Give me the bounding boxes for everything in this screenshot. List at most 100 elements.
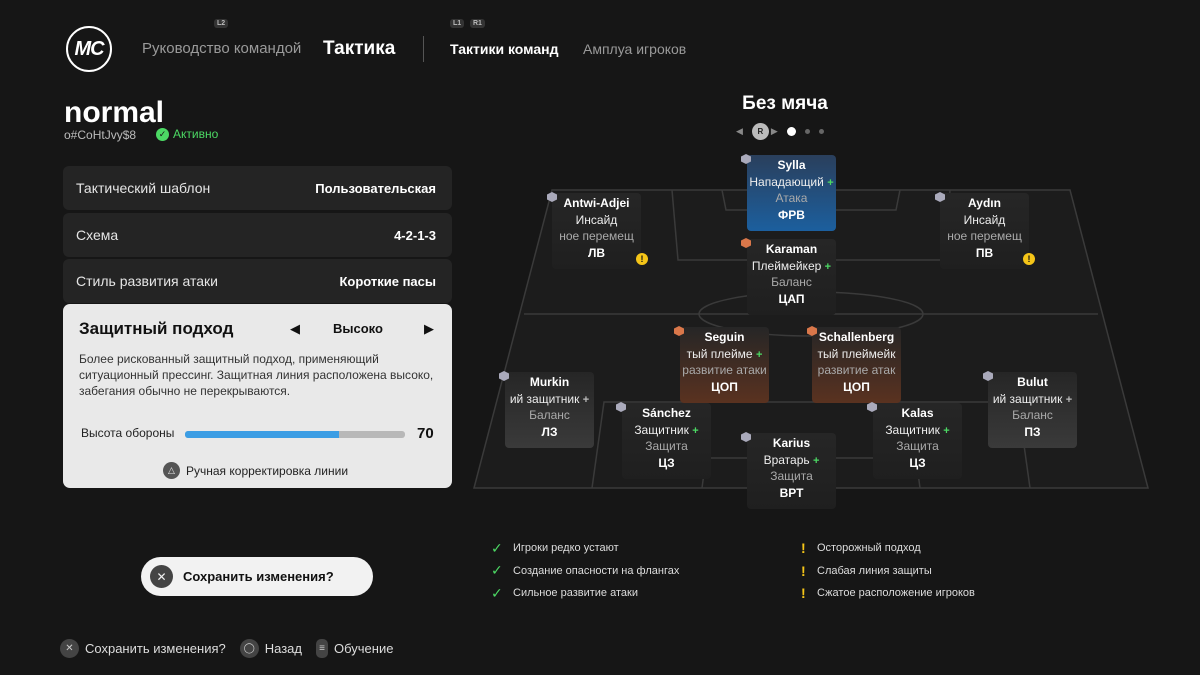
manual-line-adjust[interactable]: △ Ручная корректировка линии xyxy=(163,462,348,479)
plus-icon: + xyxy=(812,455,820,467)
player-card-antwi-adjei[interactable]: Antwi-Adjei Инсайд ное перемещ ЛВ xyxy=(552,193,641,269)
weaknesses-list: ! Осторожный подход ! Слабая линия защит… xyxy=(801,537,975,605)
player-card-aydin[interactable]: Aydın Инсайд ное перемещ ПВ xyxy=(940,193,1029,269)
chevron-right-icon: ▶ xyxy=(770,126,778,136)
role-text: ий защитник xyxy=(992,392,1063,406)
touchpad-button-icon: ≡ xyxy=(315,639,328,658)
strength-text: Создание опасности на флангах xyxy=(513,564,680,577)
player-name: Karaman xyxy=(765,242,818,256)
tactic-name: normal xyxy=(64,96,165,129)
player-card-schallenberg[interactable]: Schallenberg тый плеймейк развитие атак … xyxy=(812,327,901,403)
slider-value: 70 xyxy=(417,425,434,442)
player-card-murkin[interactable]: Murkin ий защитник + Баланс ЛЗ xyxy=(505,372,594,448)
role-text: Защитник xyxy=(634,423,689,437)
exclamation-icon: ! xyxy=(801,585,806,602)
strength-text: Сильное развитие атаки xyxy=(513,587,638,600)
plus-icon: + xyxy=(755,349,763,361)
player-style: Защита xyxy=(770,469,813,483)
footer-save[interactable]: ✕ Сохранить изменения? xyxy=(60,639,226,658)
list-item: ✓ Создание опасности на флангах xyxy=(491,560,679,583)
arrow-left-icon[interactable]: ◀ xyxy=(290,321,300,337)
player-card-karaman[interactable]: Karaman Плеймейкер + Баланс ЦАП xyxy=(747,239,836,315)
list-item: ! Осторожный подход xyxy=(801,537,975,560)
player-role: Вратарь + xyxy=(747,453,836,467)
save-changes-button[interactable]: ✕ Сохранить изменения? xyxy=(141,557,373,596)
setting-label: Стиль развития атаки xyxy=(76,273,218,289)
exclamation-icon: ! xyxy=(801,562,806,579)
setting-label: Тактический шаблон xyxy=(76,180,211,196)
plus-icon: + xyxy=(582,394,590,406)
setting-build-up-style[interactable]: Стиль развития атаки Короткие пасы xyxy=(63,259,452,303)
weakness-text: Осторожный подход xyxy=(817,542,921,555)
list-item: ! Слабая линия защиты xyxy=(801,560,975,583)
role-text: ий защитник xyxy=(509,392,580,406)
player-card-sanchez[interactable]: Sánchez Защитник + Защита ЦЗ xyxy=(622,403,711,479)
player-card-bulut[interactable]: Bulut ий защитник + Баланс ПЗ xyxy=(988,372,1077,448)
check-icon: ✓ xyxy=(156,127,169,141)
player-role: тый плеймейк xyxy=(817,347,896,361)
player-position: ЛВ xyxy=(587,246,606,260)
player-position: ЦЗ xyxy=(909,456,926,470)
tab-team-tactics[interactable]: Тактики команд xyxy=(450,41,558,57)
player-style: ное перемещ xyxy=(559,229,634,243)
r1-hint-icon: R1 xyxy=(470,19,485,28)
setting-value: Короткие пасы xyxy=(339,273,436,289)
def-approach-value: Высоко xyxy=(333,321,383,336)
player-card-seguin[interactable]: Seguin тый плейме + развитие атаки ЦОП xyxy=(680,327,769,403)
setting-label: Схема xyxy=(76,227,119,243)
pitch-title: Без мяча xyxy=(742,93,828,114)
footer-label: Обучение xyxy=(333,641,394,656)
mc-logo: MC xyxy=(66,26,112,72)
player-name: Sylla xyxy=(777,158,806,172)
checkmark-icon: ✓ xyxy=(491,539,503,556)
footer-back[interactable]: ◯ Назад xyxy=(239,639,302,658)
page-dot xyxy=(818,129,824,134)
circle-button-icon: ◯ xyxy=(239,639,259,658)
setting-value: 4-2-1-3 xyxy=(394,227,436,243)
player-name: Sánchez xyxy=(642,406,691,420)
list-item: ✓ Сильное развитие атаки xyxy=(491,582,679,605)
defense-height-slider[interactable] xyxy=(185,431,405,438)
player-role: тый плейме + xyxy=(680,347,769,361)
player-style: развитие атаки xyxy=(682,363,767,377)
arrow-right-icon[interactable]: ▶ xyxy=(424,321,434,337)
strengths-list: ✓ Игроки редко устают ✓ Создание опаснос… xyxy=(491,537,679,605)
list-item: ! Сжатое расположение игроков xyxy=(801,582,975,605)
player-name: Murkin xyxy=(529,375,570,389)
footer-tutorial[interactable]: ≡ Обучение xyxy=(315,639,394,658)
player-card-kalas[interactable]: Kalas Защитник + Защита ЦЗ xyxy=(873,403,962,479)
player-role: Инсайд xyxy=(963,213,1006,227)
page-indicator[interactable]: ◀ R ▶ xyxy=(736,123,824,140)
setting-tactical-template[interactable]: Тактический шаблон Пользовательская xyxy=(63,166,452,210)
page-dot-active xyxy=(786,127,796,136)
player-position: ЦЗ xyxy=(658,456,675,470)
slider-fill xyxy=(185,431,339,438)
tactic-status: ✓ Активно xyxy=(156,127,218,141)
page-dot xyxy=(804,129,810,134)
player-card-sylla[interactable]: Sylla Нападающий + Атака ФРВ xyxy=(747,155,836,231)
player-position: ЦОП xyxy=(711,380,738,394)
warning-icon: ! xyxy=(636,253,648,265)
role-text: Нападающий xyxy=(749,175,824,189)
player-card-karius[interactable]: Karius Вратарь + Защита ВРТ xyxy=(747,433,836,509)
role-text: Защитник xyxy=(885,423,940,437)
player-role: Плеймейкер + xyxy=(747,259,836,273)
checkmark-icon: ✓ xyxy=(491,562,503,579)
footer-hints: ✕ Сохранить изменения? ◯ Назад ≡ Обучени… xyxy=(60,639,407,658)
setting-formation[interactable]: Схема 4-2-1-3 xyxy=(63,213,452,257)
nav-tactics[interactable]: Тактика xyxy=(323,38,395,60)
player-name: Schallenberg xyxy=(818,330,895,344)
player-role: Защитник + xyxy=(622,423,711,437)
player-role: Защитник + xyxy=(873,423,962,437)
nav-divider xyxy=(423,36,424,62)
l2-hint-icon: L2 xyxy=(214,19,229,28)
player-role: Инсайд xyxy=(575,213,618,227)
role-text: тый плейме xyxy=(686,347,753,361)
nav-team-management[interactable]: Руководство командой xyxy=(142,40,301,57)
tab-player-roles[interactable]: Амплуа игроков xyxy=(583,41,686,57)
player-style: Защита xyxy=(896,439,939,453)
player-role: ий защитник + xyxy=(988,392,1077,406)
strength-text: Игроки редко устают xyxy=(513,542,619,555)
player-style: развитие атак xyxy=(817,363,896,377)
defensive-approach-card[interactable]: Защитный подход ◀ Высоко ▶ Более рискова… xyxy=(63,304,452,488)
